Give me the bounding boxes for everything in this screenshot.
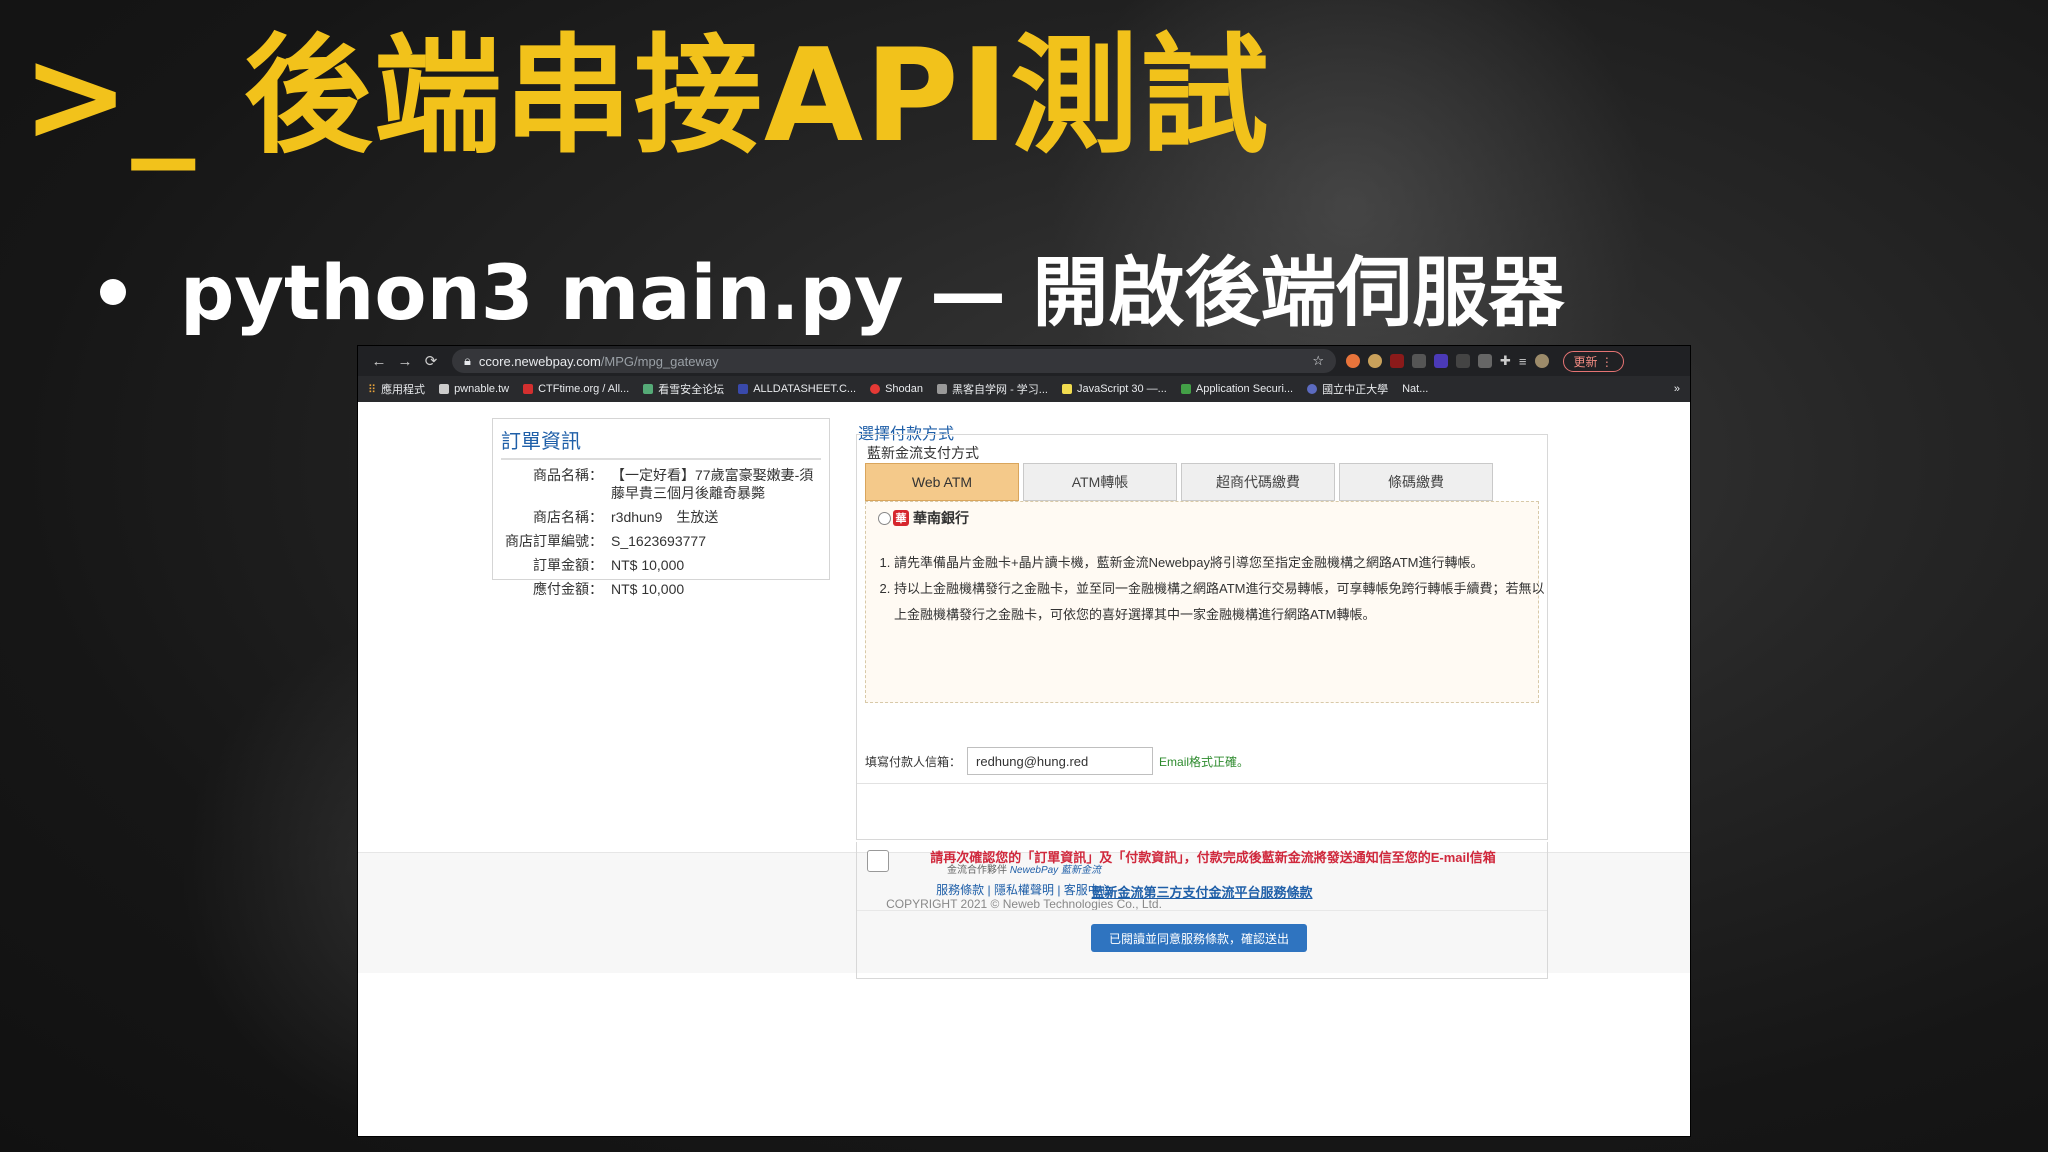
shodan-icon [870, 384, 881, 394]
confirm-checkbox[interactable] [867, 850, 889, 872]
slide-bullet-text: python3 main.py — 開啟後端伺服器 [180, 248, 1565, 337]
binary-icon[interactable] [1456, 354, 1470, 368]
reload-icon[interactable]: ⟳ [418, 352, 444, 370]
browser-toolbar: ← → ⟳ 🔒︎ ccore.newebpay.com/MPG/mpg_gate… [358, 346, 1690, 376]
bank-name: 華南銀行 [913, 510, 969, 526]
confirm-warning: 請再次確認您的「訂單資訊」及「付款資訊」，付款完成後藍新金流將發送通知信至您的E… [930, 850, 1496, 865]
cookie-icon[interactable] [1368, 354, 1382, 368]
lock-icon: 🔒︎ [464, 353, 471, 368]
tab-web-atm[interactable]: Web ATM [865, 463, 1019, 501]
extension-icon[interactable] [1346, 354, 1360, 368]
product-name: 【一定好看】77歲富豪娶嫩妻-須藤早貴三個月後離奇暴斃 [611, 467, 814, 501]
more-bookmarks-icon[interactable]: » [1674, 383, 1680, 395]
email-row: 填寫付款人信箱： redhung@hung.red Email格式正確。 [865, 747, 1249, 775]
js30-icon [1061, 384, 1072, 394]
bookmark-ctftime[interactable]: CTFtime.org / All... [523, 383, 629, 395]
email-field[interactable]: redhung@hung.red [967, 747, 1154, 775]
divider [857, 783, 1547, 784]
payment-page: 金流合作夥伴 NewebPay 藍新金流 服務條款 | 隱私權聲明 | 客服中心… [358, 402, 1690, 1136]
order-number: S_1623693777 [611, 533, 706, 549]
bookmark-ccu[interactable]: 國立中正大學 [1307, 381, 1388, 397]
bookmark-appsec[interactable]: Application Securi... [1180, 383, 1293, 395]
bookmark-nat[interactable]: Nat... [1402, 383, 1428, 395]
url-host: ccore.newebpay.com [478, 353, 601, 369]
pwnable-icon [439, 384, 450, 394]
payment-tabs: Web ATM ATM轉帳 超商代碼繳費 條碼繳費 [865, 463, 1493, 501]
email-validation: Email格式正確。 [1159, 754, 1250, 769]
order-row: 商店名稱： r3dhun9 生放送 [493, 508, 829, 526]
payment-method-label: 藍新金流支付方式 [867, 445, 979, 461]
order-info-title: 訂單資訊 [501, 425, 821, 460]
url-path: /MPG/mpg_gateway [600, 353, 719, 369]
bank-radio[interactable] [878, 511, 891, 525]
order-row: 應付金額： NT$ 10,000 [493, 580, 829, 598]
bank-option[interactable]: 華 華南銀行 [878, 508, 969, 528]
slide-bullet: python3 main.py — 開啟後端伺服器 [100, 248, 1564, 338]
back-icon[interactable]: ← [366, 353, 392, 370]
order-info-panel: 訂單資訊 商品名稱： 【一定好看】77歲富豪娶嫩妻-須藤早貴三個月後離奇暴斃 商… [492, 418, 830, 597]
ublock-icon[interactable] [1390, 354, 1404, 368]
order-row: 商品名稱： 【一定好看】77歲富豪娶嫩妻-須藤早貴三個月後離奇暴斃 [493, 466, 829, 502]
browser-window: ← → ⟳ 🔒︎ ccore.newebpay.com/MPG/mpg_gate… [358, 346, 1690, 1136]
web-atm-panel: 華 華南銀行 請先準備晶片金融卡+晶片讀卡機，藍新金流Newebpay將引導您至… [865, 501, 1544, 703]
email-label: 填寫付款人信箱： [865, 754, 962, 769]
bookmark-alldatasheet[interactable]: ALLDATASHEET.C... [738, 383, 856, 395]
address-bar[interactable]: 🔒︎ ccore.newebpay.com/MPG/mpg_gateway ☆ [452, 349, 1336, 373]
order-amount: NT$ 10,000 [611, 557, 685, 573]
order-row: 訂單金額： NT$ 10,000 [493, 556, 829, 574]
tab-convenience-store[interactable]: 超商代碼繳費 [1181, 463, 1335, 501]
bookmark-pwnable[interactable]: pwnable.tw [439, 383, 509, 395]
forward-icon[interactable]: → [392, 353, 418, 370]
bookmark-kanxue[interactable]: 看雪安全论坛 [643, 381, 724, 397]
bullet-dot-icon [100, 279, 126, 305]
bookmark-apps[interactable]: ⠿ 應用程式 [368, 381, 425, 397]
atm-note: 請先準備晶片金融卡+晶片讀卡機，藍新金流Newebpay將引導您至指定金融機構之… [894, 550, 1554, 576]
extension-icon[interactable] [1412, 354, 1426, 368]
tab-barcode[interactable]: 條碼繳費 [1339, 463, 1493, 501]
kanxue-icon [643, 384, 654, 394]
store-name: r3dhun9 生放送 [611, 509, 719, 525]
confirm-panel: 請再次確認您的「訂單資訊」及「付款資訊」，付款完成後藍新金流將發送通知信至您的E… [856, 842, 1548, 979]
update-button[interactable]: 更新 ⋮ [1562, 350, 1624, 372]
atm-note: 持以上金融機構發行之金融卡，並至同一金融機構之網路ATM進行交易轉帳，可享轉帳免… [894, 576, 1554, 628]
extension-icon[interactable] [1434, 354, 1448, 368]
puzzle-icon[interactable]: ✚ [1500, 353, 1511, 369]
apps-grid-icon: ⠿ [368, 383, 377, 396]
ccu-icon [1307, 384, 1318, 394]
submit-button[interactable]: 已閱讀並同意服務條款，確認送出 [1091, 924, 1307, 952]
bookmark-javascript30[interactable]: JavaScript 30 —... [1061, 383, 1167, 395]
payment-panel: 藍新金流支付方式 Web ATM ATM轉帳 超商代碼繳費 條碼繳費 華 華南銀… [856, 434, 1548, 840]
payable-amount: NT$ 10,000 [611, 581, 685, 597]
tab-atm-transfer[interactable]: ATM轉帳 [1023, 463, 1177, 501]
slide-title: >_ 後端串接API測試 [22, 22, 1271, 171]
star-icon[interactable]: ☆ [1312, 353, 1324, 369]
terms-link[interactable]: 藍新金流第三方支付金流平台服務條款 [857, 882, 1547, 901]
order-row: 商店訂單編號： S_1623693777 [493, 532, 829, 550]
bookmarks-bar: ⠿ 應用程式 pwnable.tw CTFtime.org / All... 看雪… [358, 376, 1690, 402]
alldatasheet-icon [738, 384, 749, 394]
avatar[interactable] [1534, 354, 1549, 368]
reading-list-icon[interactable]: ≡ [1519, 354, 1527, 369]
ctftime-icon [523, 384, 534, 394]
hua-nan-bank-icon: 華 [893, 510, 909, 526]
divider [857, 910, 1547, 911]
check-icon [1180, 384, 1191, 394]
extensions: ✚ ≡ 更新 ⋮ [1346, 350, 1624, 372]
hacker-icon [937, 384, 948, 394]
bookmark-shodan[interactable]: Shodan [870, 383, 923, 395]
atm-instructions: 請先準備晶片金融卡+晶片讀卡機，藍新金流Newebpay將引導您至指定金融機構之… [874, 550, 1554, 628]
extension-icon[interactable] [1478, 354, 1492, 368]
bookmark-hacker[interactable]: 黑客自学网 - 学习... [937, 381, 1048, 397]
